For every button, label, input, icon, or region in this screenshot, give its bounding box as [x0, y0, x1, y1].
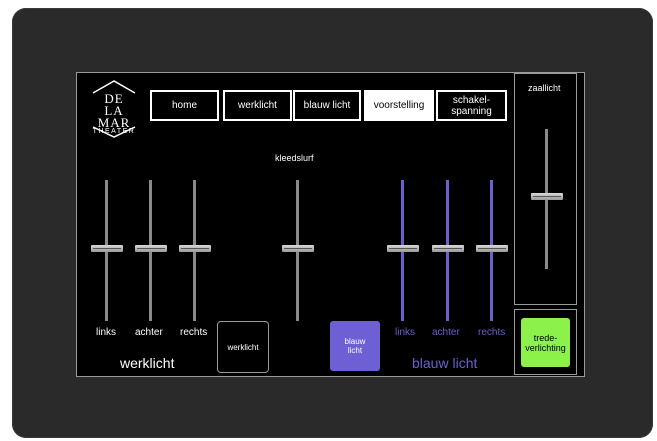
- nav-voorstelling-label: voorstelling: [373, 100, 425, 111]
- nav-blauw-licht-label: blauw licht: [303, 100, 351, 111]
- werklicht-toggle-label: werklicht: [227, 342, 259, 352]
- kleedslurf-slider-knob[interactable]: [282, 244, 314, 252]
- zaallicht-slider-knob[interactable]: [531, 193, 563, 201]
- nav-werklicht-label: werklicht: [238, 100, 277, 111]
- de-la-mar-logo: DE LA MAR THEATER: [83, 79, 145, 139]
- nav-schakelspanning-label: schakel- spanning: [451, 94, 492, 117]
- blauw-rechts-label: rechts: [478, 327, 506, 338]
- nav-home-button[interactable]: home: [150, 90, 219, 121]
- nav-schakelspanning-button[interactable]: schakel- spanning: [436, 90, 507, 121]
- werklicht-section-label: werklicht: [120, 355, 175, 371]
- blauw-links-knob[interactable]: [387, 244, 419, 252]
- tredeverlichting-panel: trede- verlichting: [514, 309, 577, 375]
- blauw-links-label: links: [395, 327, 416, 338]
- blauw-licht-section-label: blauw licht: [412, 355, 478, 371]
- blauw-licht-toggle-label: blauw licht: [344, 337, 366, 355]
- werklicht-achter-knob[interactable]: [135, 244, 167, 252]
- blauw-licht-toggle-button[interactable]: blauw licht: [330, 321, 380, 371]
- werklicht-rechts-knob[interactable]: [179, 244, 211, 252]
- blauw-achter-knob[interactable]: [432, 244, 464, 252]
- nav-blauw-licht-button[interactable]: blauw licht: [293, 90, 361, 121]
- nav-werklicht-button[interactable]: werklicht: [223, 90, 292, 121]
- tredeverlichting-label: trede- verlichting: [525, 332, 566, 353]
- logo-line-4: THEATER: [92, 128, 136, 135]
- werklicht-links-knob[interactable]: [91, 244, 123, 252]
- werklicht-links-label: links: [96, 327, 117, 338]
- blauw-achter-label: achter: [432, 327, 460, 338]
- nav-home-label: home: [171, 100, 197, 111]
- werklicht-achter-label: achter: [135, 327, 163, 338]
- werklicht-toggle-button[interactable]: werklicht: [217, 321, 269, 373]
- blauw-rechts-knob[interactable]: [476, 244, 508, 252]
- touch-screen: DE LA MAR THEATER home werklicht blauw l…: [76, 72, 585, 377]
- zaallicht-panel: zaallicht: [514, 73, 577, 305]
- zaallicht-title: zaallicht: [528, 83, 561, 93]
- tredeverlichting-button[interactable]: trede- verlichting: [521, 318, 570, 367]
- werklicht-rechts-label: rechts: [180, 327, 208, 338]
- kleedslurf-title: kleedslurf: [275, 153, 314, 163]
- nav-voorstelling-button[interactable]: voorstelling: [364, 90, 434, 121]
